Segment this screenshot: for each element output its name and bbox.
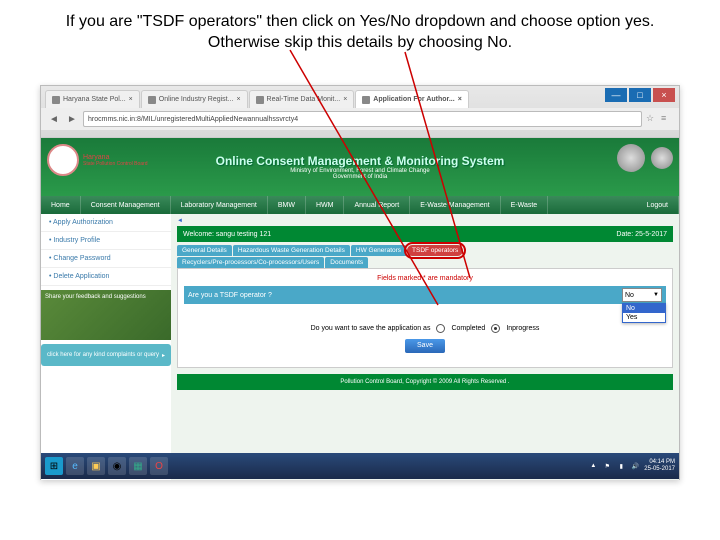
instruction-text: If you are "TSDF operators" then click o… bbox=[0, 0, 720, 62]
sidebar-item-profile[interactable]: Industry Profile bbox=[41, 232, 171, 250]
favicon-icon bbox=[148, 96, 156, 104]
nav-item-hwm[interactable]: HWM bbox=[306, 196, 345, 214]
nav-item-bmw[interactable]: BMW bbox=[268, 196, 306, 214]
browser-tab[interactable]: Real-Time Data Monit...× bbox=[249, 90, 355, 108]
dropdown-option-yes[interactable]: Yes bbox=[623, 313, 665, 322]
sidebar: Apply Authorization Industry Profile Cha… bbox=[41, 214, 171, 480]
taskbar: ⊞ e ▣ ◉ ▦ O ▲ ⚑ ▮ 🔊 04:14 PM 25-05-2017 bbox=[41, 453, 679, 479]
radio-completed-label: Completed bbox=[451, 325, 485, 332]
nav-item-annual[interactable]: Annual Report bbox=[344, 196, 410, 214]
chevron-down-icon: ▼ bbox=[653, 292, 659, 298]
taskbar-clock[interactable]: 04:14 PM 25-05-2017 bbox=[644, 459, 675, 472]
banner-subtitle2: Government of India bbox=[216, 174, 505, 180]
page-banner: Haryana State Pollution Control Board On… bbox=[41, 138, 679, 196]
tab-general[interactable]: General Details bbox=[177, 245, 232, 256]
feedback-box[interactable]: Share your feedback and suggestions bbox=[41, 290, 171, 340]
main-panel: ◄ Welcome: sangu testing 121 Date: 25-5-… bbox=[171, 214, 679, 480]
favicon-icon bbox=[52, 96, 60, 104]
favicon-icon bbox=[256, 96, 264, 104]
tsdf-yes-no-dropdown[interactable]: No ▼ No Yes bbox=[622, 288, 662, 302]
sidebar-item-apply[interactable]: Apply Authorization bbox=[41, 214, 171, 232]
close-button[interactable]: × bbox=[653, 88, 675, 102]
browser-tabs: Haryana State Pol...× Online Industry Re… bbox=[41, 86, 679, 108]
forward-button[interactable]: ► bbox=[65, 112, 79, 126]
start-button[interactable]: ⊞ bbox=[45, 457, 63, 475]
tsdf-question-label: Are you a TSDF operator ? bbox=[188, 292, 272, 299]
browser-window: — □ × Haryana State Pol...× Online Indus… bbox=[40, 85, 680, 480]
mandatory-note: Fields marked * are mandatory bbox=[184, 275, 666, 282]
nav-item-logout[interactable]: Logout bbox=[637, 196, 679, 214]
menu-icon[interactable]: ≡ bbox=[661, 113, 673, 125]
tab-hwgen[interactable]: HW Generators bbox=[351, 245, 406, 256]
back-button[interactable]: ◄ bbox=[47, 112, 61, 126]
state-logo-icon bbox=[47, 144, 79, 176]
minimize-button[interactable]: — bbox=[605, 88, 627, 102]
form-body: Fields marked * are mandatory Are you a … bbox=[177, 268, 673, 368]
tab-recyclers[interactable]: Recyclers/Pre-processors/Co-processors/U… bbox=[177, 257, 324, 268]
star-icon[interactable]: ☆ bbox=[646, 113, 658, 125]
banner-title: Online Consent Management & Monitoring S… bbox=[216, 154, 505, 168]
tab-documents[interactable]: Documents bbox=[325, 257, 368, 268]
taskbar-ie-icon[interactable]: e bbox=[66, 457, 84, 475]
page-footer: Pollution Control Board, Copyright © 200… bbox=[177, 374, 673, 390]
tray-flag-icon[interactable]: ⚑ bbox=[602, 461, 612, 471]
close-tab-icon[interactable]: × bbox=[129, 96, 133, 103]
tray-volume-icon[interactable]: 🔊 bbox=[630, 461, 640, 471]
save-button[interactable]: Save bbox=[405, 339, 445, 353]
browser-tab[interactable]: Online Industry Regist...× bbox=[141, 90, 248, 108]
radio-inprogress-label: Inprogress bbox=[506, 325, 539, 332]
nav-item-laboratory[interactable]: Laboratory Management bbox=[171, 196, 268, 214]
tab-hazwaste[interactable]: Hazardous Waste Generation Details bbox=[233, 245, 350, 256]
swachh-logo-icon bbox=[651, 147, 673, 169]
welcome-bar: Welcome: sangu testing 121 Date: 25-5-20… bbox=[177, 226, 673, 242]
favicon-icon bbox=[362, 96, 370, 104]
browser-tab-active[interactable]: Application For Author...× bbox=[355, 90, 469, 108]
url-input[interactable]: hrocmms.nic.in:8/MIL/unregisteredMultiAp… bbox=[83, 111, 642, 127]
sidebar-item-password[interactable]: Change Password bbox=[41, 250, 171, 268]
sidebar-item-delete[interactable]: Delete Application bbox=[41, 268, 171, 286]
dropdown-option-no[interactable]: No bbox=[623, 304, 665, 313]
nav-item-consent[interactable]: Consent Management bbox=[81, 196, 171, 214]
nav-item-ewaste-mgmt[interactable]: E-Waste Management bbox=[410, 196, 500, 214]
close-tab-icon[interactable]: × bbox=[343, 96, 347, 103]
radio-inprogress[interactable] bbox=[491, 324, 500, 333]
nav-item-home[interactable]: Home bbox=[41, 196, 81, 214]
tray-up-icon[interactable]: ▲ bbox=[588, 461, 598, 471]
nav-item-ewaste[interactable]: E-Waste bbox=[501, 196, 549, 214]
url-bar-row: ◄ ► hrocmms.nic.in:8/MIL/unregisteredMul… bbox=[41, 108, 679, 130]
taskbar-opera-icon[interactable]: O bbox=[150, 457, 168, 475]
tray-network-icon[interactable]: ▮ bbox=[616, 461, 626, 471]
taskbar-chrome-icon[interactable]: ◉ bbox=[108, 457, 126, 475]
banner-state-text: Haryana State Pollution Control Board bbox=[83, 154, 147, 167]
form-tabs: General Details Hazardous Waste Generati… bbox=[177, 245, 673, 256]
save-as-label: Do you want to save the application as bbox=[311, 325, 431, 332]
taskbar-word-icon[interactable]: ▦ bbox=[129, 457, 147, 475]
complaint-button[interactable]: click here for any kind complaints or qu… bbox=[41, 344, 171, 366]
arrow-right-icon: ▸ bbox=[162, 352, 165, 359]
close-tab-icon[interactable]: × bbox=[236, 96, 240, 103]
main-nav: Home Consent Management Laboratory Manag… bbox=[41, 196, 679, 214]
browser-chrome: — □ × Haryana State Pol...× Online Indus… bbox=[41, 86, 679, 138]
dropdown-options: No Yes bbox=[622, 303, 666, 323]
taskbar-explorer-icon[interactable]: ▣ bbox=[87, 457, 105, 475]
welcome-date: Date: 25-5-2017 bbox=[616, 231, 667, 238]
browser-tab[interactable]: Haryana State Pol...× bbox=[45, 90, 140, 108]
close-tab-icon[interactable]: × bbox=[458, 96, 462, 103]
maximize-button[interactable]: □ bbox=[629, 88, 651, 102]
welcome-user: Welcome: sangu testing 121 bbox=[183, 231, 271, 238]
govt-emblem-icon bbox=[617, 144, 645, 172]
radio-completed[interactable] bbox=[436, 324, 445, 333]
page-content: Haryana State Pollution Control Board On… bbox=[41, 138, 679, 480]
tab-tsdf-operators[interactable]: TSDF operators bbox=[407, 245, 463, 256]
